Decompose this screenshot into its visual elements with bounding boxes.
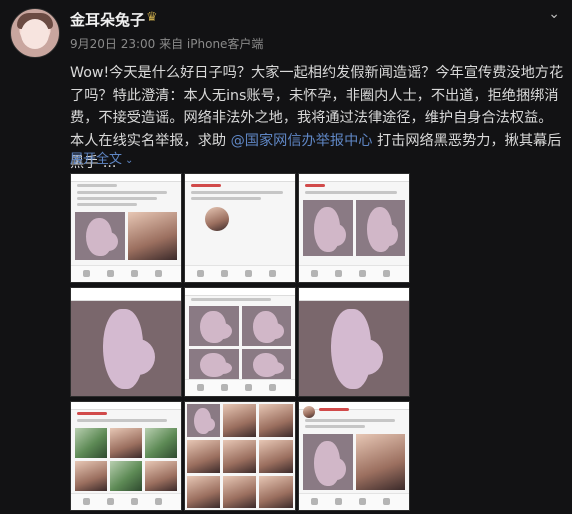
gallery-image-5[interactable] bbox=[184, 287, 296, 397]
chevron-down-icon: ⌄ bbox=[125, 155, 134, 166]
gallery-image-9[interactable] bbox=[298, 401, 410, 511]
post-text: Wow!今天是什么好日子吗？大家一起相约发假新闻造谣？今年宣传费没地方花了吗？特… bbox=[70, 62, 566, 175]
gallery-image-1[interactable] bbox=[70, 173, 182, 283]
gallery-image-3[interactable] bbox=[298, 173, 410, 283]
gallery-image-2[interactable] bbox=[184, 173, 296, 283]
gallery-image-4[interactable] bbox=[70, 287, 182, 397]
post-meta: 9月20日 23:00 来自 iPhone客户端 bbox=[70, 37, 264, 51]
expand-text-link[interactable]: 展开全文 ⌄ bbox=[70, 148, 133, 167]
chevron-down-icon[interactable]: ⌄ bbox=[548, 6, 560, 22]
avatar-face bbox=[21, 19, 49, 49]
username-link[interactable]: 金耳朵兔子 bbox=[70, 9, 145, 30]
crown-icon: ♛ bbox=[146, 10, 158, 25]
mention-link[interactable]: @国家网信办举报中心 bbox=[231, 133, 373, 149]
expand-label: 展开全文 bbox=[70, 152, 123, 167]
gallery-image-6[interactable] bbox=[298, 287, 410, 397]
gallery-image-8[interactable] bbox=[184, 401, 296, 511]
gallery-image-7[interactable] bbox=[70, 401, 182, 511]
avatar[interactable] bbox=[10, 8, 60, 58]
